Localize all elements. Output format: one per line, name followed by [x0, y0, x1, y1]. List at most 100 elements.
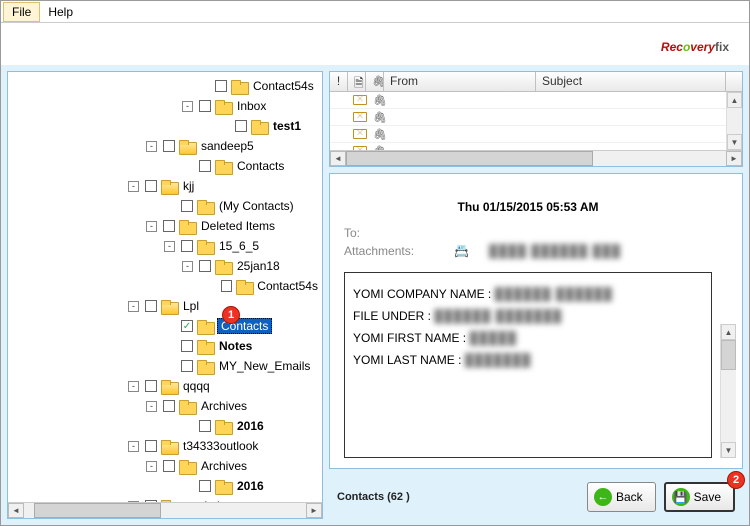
tree-node[interactable]: -Inbox — [8, 96, 320, 116]
expand-toggle[interactable]: - — [146, 461, 157, 472]
tree-node-label: 2016 — [235, 479, 266, 493]
tree-node-label: Contact54s — [255, 279, 320, 293]
expand-toggle[interactable]: - — [146, 221, 157, 232]
h-scroll-track[interactable] — [24, 503, 306, 518]
tree-checkbox[interactable] — [215, 80, 227, 92]
tree-checkbox[interactable] — [199, 420, 211, 432]
tree-node[interactable]: -Archives — [8, 396, 320, 416]
expand-toggle[interactable]: - — [182, 101, 193, 112]
v-scroll-track[interactable] — [721, 340, 736, 442]
tree-node[interactable]: Contacts — [8, 156, 320, 176]
tree-checkbox[interactable] — [145, 440, 157, 452]
tree-checkbox[interactable] — [145, 380, 157, 392]
scroll-down-icon[interactable]: ▼ — [727, 134, 742, 150]
brand-logo: Recoveryfix — [661, 31, 729, 57]
save-button[interactable]: 💾 Save — [664, 482, 735, 512]
tree-node[interactable]: -Deleted Items — [8, 216, 320, 236]
tree-checkbox[interactable] — [163, 140, 175, 152]
tree-node[interactable]: -Lpl — [8, 296, 320, 316]
tree-checkbox[interactable] — [181, 360, 193, 372]
tree-node[interactable]: - qqqq — [8, 376, 320, 396]
tree-node-label: qqqq — [181, 379, 212, 393]
tree-node[interactable]: Notes — [8, 336, 320, 356]
message-row[interactable]: 🖇 — [330, 92, 742, 109]
back-button[interactable]: ← Back — [587, 482, 656, 512]
tree-node[interactable]: MY_New_Emails — [8, 356, 320, 376]
folder-icon — [215, 420, 231, 433]
tree-node[interactable]: -t34333outlook — [8, 436, 320, 456]
tree-checkbox[interactable] — [163, 400, 175, 412]
col-attachment[interactable]: 🖇 — [366, 72, 384, 91]
h-scroll-track[interactable] — [346, 151, 726, 166]
h-scroll-thumb[interactable] — [34, 503, 161, 518]
tree-node-label: 25jan18 — [235, 259, 282, 273]
expand-toggle[interactable]: - — [128, 181, 139, 192]
message-row[interactable]: 🖇 — [330, 126, 742, 143]
tree-checkbox[interactable] — [181, 340, 193, 352]
contact-field-value: ███████ — [465, 353, 532, 367]
scroll-right-icon[interactable]: ► — [726, 151, 742, 166]
tree-node-label: Archives — [199, 459, 249, 473]
tree-checkbox[interactable] — [199, 100, 211, 112]
tree-node[interactable]: ✓Contacts — [8, 316, 320, 336]
tree-checkbox[interactable] — [221, 280, 232, 292]
expand-toggle[interactable]: - — [164, 241, 175, 252]
folder-icon — [197, 320, 213, 333]
preview-v-scrollbar[interactable]: ▲ ▼ — [720, 324, 736, 458]
tree-checkbox[interactable] — [199, 480, 211, 492]
expand-toggle[interactable]: - — [146, 401, 157, 412]
scroll-up-icon[interactable]: ▲ — [721, 324, 736, 340]
contact-field-line: YOMI FIRST NAME : █████ — [353, 331, 703, 345]
tree-h-scrollbar[interactable]: ◄ ► — [8, 502, 322, 518]
tree-node[interactable]: Contact54s — [8, 76, 320, 96]
col-subject[interactable]: Subject — [536, 72, 726, 91]
scroll-left-icon[interactable]: ◄ — [8, 503, 24, 518]
expand-toggle[interactable]: - — [128, 441, 139, 452]
col-from[interactable]: From — [384, 72, 536, 91]
tree-node[interactable]: - 25jan18 — [8, 256, 320, 276]
tree-node[interactable]: 2016 — [8, 416, 320, 436]
tree-node[interactable]: - Archives — [8, 456, 320, 476]
folder-icon — [179, 400, 195, 413]
tree-node[interactable]: test1 — [8, 116, 320, 136]
tree-checkbox[interactable] — [181, 200, 193, 212]
tree-checkbox[interactable] — [199, 160, 211, 172]
scroll-left-icon[interactable]: ◄ — [330, 151, 346, 166]
expand-toggle[interactable]: - — [146, 141, 157, 152]
list-v-scrollbar[interactable]: ▲ ▼ — [726, 92, 742, 150]
h-scroll-thumb[interactable] — [346, 151, 593, 166]
menu-help[interactable]: Help — [40, 3, 81, 21]
scroll-right-icon[interactable]: ► — [306, 503, 322, 518]
tree-node[interactable]: -sandeep5 — [8, 136, 320, 156]
scroll-up-icon[interactable]: ▲ — [727, 92, 742, 108]
tree-node-label: Notes — [217, 339, 254, 353]
expand-toggle[interactable]: - — [128, 301, 139, 312]
logo-strip: Recoveryfix — [1, 23, 749, 65]
scroll-down-icon[interactable]: ▼ — [721, 442, 736, 458]
col-icon[interactable]: 🗎 — [348, 72, 366, 91]
tree-checkbox[interactable] — [145, 300, 157, 312]
tree-checkbox[interactable] — [163, 460, 175, 472]
message-row[interactable]: 🖇 — [330, 109, 742, 126]
tree-node[interactable]: Contact54s — [8, 276, 320, 296]
folder-icon — [197, 240, 213, 253]
tree-checkbox[interactable]: ✓ — [181, 320, 193, 332]
tree-node[interactable]: (My Contacts) — [8, 196, 320, 216]
folder-tree[interactable]: Contact54s-Inboxtest1-sandeep5Contacts-k… — [8, 72, 322, 518]
tree-checkbox[interactable] — [181, 240, 193, 252]
tree-checkbox[interactable] — [145, 180, 157, 192]
tree-node[interactable]: -kjj — [8, 176, 320, 196]
folder-icon — [251, 120, 267, 133]
expand-toggle[interactable]: - — [182, 261, 193, 272]
menu-file[interactable]: File — [3, 2, 40, 22]
v-scroll-thumb[interactable] — [721, 340, 736, 370]
tree-checkbox[interactable] — [163, 220, 175, 232]
tree-checkbox[interactable] — [199, 260, 211, 272]
col-importance[interactable]: ! — [330, 72, 348, 91]
v-scroll-track[interactable] — [727, 108, 742, 134]
list-h-scrollbar[interactable]: ◄ ► — [330, 150, 742, 166]
tree-node[interactable]: -15_6_5 — [8, 236, 320, 256]
tree-node[interactable]: 2016 — [8, 476, 320, 496]
tree-checkbox[interactable] — [235, 120, 247, 132]
expand-toggle[interactable]: - — [128, 381, 139, 392]
